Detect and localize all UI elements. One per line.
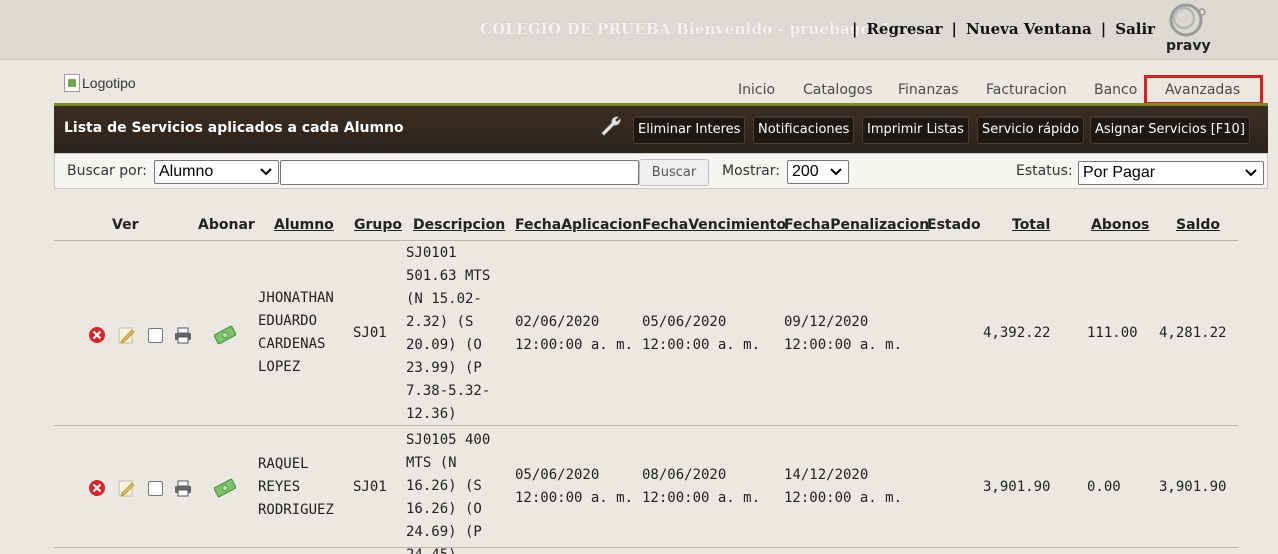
fecha-penalizacion-cell: 14/12/2020 12:00:00 a. m. bbox=[784, 467, 903, 506]
select-checkbox[interactable] bbox=[148, 481, 163, 496]
link-separator: | bbox=[1100, 20, 1107, 38]
col-saldo[interactable]: Saldo bbox=[1176, 217, 1220, 233]
fecha-vencimiento-cell: 05/06/2020 12:00:00 a. m. bbox=[642, 314, 761, 353]
welcome-text: COLEGIO DE PRUEBA Bienvenido - pruebagc1… bbox=[480, 20, 892, 38]
edit-icon[interactable] bbox=[116, 325, 136, 345]
money-icon[interactable] bbox=[214, 325, 236, 345]
chevron-down-icon bbox=[260, 168, 272, 176]
search-bar: Buscar por: Alumno Buscar Mostrar: 200 E… bbox=[54, 153, 1268, 189]
col-fecha-penalizacion[interactable]: FechaPenalizacion bbox=[784, 217, 929, 233]
total-cell: 4,392.22 bbox=[983, 325, 1051, 341]
descripcion-cell: SJ0105 400 MTS (N 16.26) (S 16.26) (O 24… bbox=[406, 432, 491, 554]
col-grupo[interactable]: Grupo bbox=[354, 217, 402, 233]
table-row: JHONATHAN EDUARDO CARDENAS LOPEZ SJ01 SJ… bbox=[54, 242, 1238, 426]
delete-icon[interactable] bbox=[88, 479, 106, 497]
abonos-cell: 0.00 bbox=[1087, 479, 1121, 495]
brand-logo: pravy bbox=[1152, 2, 1222, 56]
mostrar-label: Mostrar: bbox=[722, 163, 780, 179]
swirl-logo-icon bbox=[1169, 3, 1206, 37]
descripcion-cell: SJ0101 501.63 MTS (N 15.02-2.32) (S 20.0… bbox=[406, 245, 491, 422]
col-ver: Ver bbox=[112, 217, 139, 233]
select-checkbox[interactable] bbox=[148, 328, 163, 343]
toolbar: Lista de Servicios aplicados a cada Alum… bbox=[54, 106, 1268, 153]
buscar-por-value: Alumno bbox=[159, 163, 214, 180]
grupo-cell: SJ01 bbox=[353, 479, 387, 495]
total-cell: 3,901.90 bbox=[983, 479, 1051, 495]
link-separator: | bbox=[951, 20, 957, 38]
fecha-aplicacion-cell: 02/06/2020 12:00:00 a. m. bbox=[515, 314, 634, 353]
page-title: Lista de Servicios aplicados a cada Alum… bbox=[64, 120, 404, 136]
estatus-select[interactable]: Por Pagar bbox=[1078, 161, 1264, 185]
top-header: COLEGIO DE PRUEBA Bienvenido - pruebagc1… bbox=[0, 0, 1278, 60]
fecha-vencimiento-cell: 08/06/2020 12:00:00 a. m. bbox=[642, 467, 761, 506]
col-abonar: Abonar bbox=[198, 217, 255, 233]
col-fecha-vencimiento[interactable]: FechaVencimiento bbox=[642, 217, 786, 233]
imprimir-listas-button[interactable]: Imprimir Listas bbox=[862, 116, 969, 144]
nav-highlight-box bbox=[1144, 75, 1263, 105]
brand-name: pravy bbox=[1166, 38, 1211, 54]
eliminar-interes-button[interactable]: Eliminar Interes bbox=[633, 116, 746, 144]
table-header: Ver Abonar Alumno Grupo Descripcion Fech… bbox=[54, 205, 1238, 241]
chevron-down-icon bbox=[830, 168, 842, 176]
nav-item-inicio[interactable]: Inicio bbox=[738, 82, 775, 98]
buscar-button[interactable]: Buscar bbox=[639, 159, 709, 186]
edit-icon[interactable] bbox=[116, 478, 136, 498]
salir-link[interactable]: Salir bbox=[1115, 20, 1155, 38]
col-fecha-aplicacion[interactable]: FechaAplicacion bbox=[515, 217, 642, 233]
chevron-down-icon bbox=[1245, 169, 1257, 177]
header-links: | Regresar | Nueva Ventana | Salir bbox=[843, 20, 1155, 38]
nav-item-catalogos[interactable]: Catalogos bbox=[803, 82, 873, 98]
print-icon[interactable] bbox=[174, 326, 192, 344]
col-estado: Estado bbox=[927, 217, 981, 233]
estatus-value: Por Pagar bbox=[1083, 164, 1156, 181]
grupo-cell: SJ01 bbox=[353, 325, 387, 341]
nueva-ventana-link[interactable]: Nueva Ventana bbox=[966, 20, 1092, 38]
servicio-rapido-button[interactable]: Servicio rápido bbox=[977, 116, 1085, 144]
print-icon[interactable] bbox=[174, 479, 192, 497]
nav-item-finanzas[interactable]: Finanzas bbox=[898, 82, 958, 98]
saldo-cell: 4,281.22 bbox=[1159, 325, 1227, 341]
main-nav: Inicio Catalogos Finanzas Facturacion Ba… bbox=[0, 82, 1278, 102]
saldo-cell: 3,901.90 bbox=[1159, 479, 1227, 495]
buscar-label: Buscar por: bbox=[67, 163, 147, 179]
nav-item-banco[interactable]: Banco bbox=[1094, 82, 1137, 98]
alumno-cell: RAQUEL REYES RODRIGUEZ bbox=[258, 456, 334, 518]
mostrar-select[interactable]: 200 bbox=[787, 160, 849, 184]
abonos-cell: 111.00 bbox=[1087, 325, 1138, 341]
link-separator: | bbox=[852, 20, 858, 38]
col-alumno[interactable]: Alumno bbox=[274, 217, 334, 233]
col-descripcion[interactable]: Descripcion bbox=[413, 217, 505, 233]
col-abonos[interactable]: Abonos bbox=[1091, 217, 1149, 233]
search-input[interactable] bbox=[280, 160, 639, 185]
nav-item-facturacion[interactable]: Facturacion bbox=[986, 82, 1067, 98]
mostrar-value: 200 bbox=[792, 163, 819, 180]
buscar-por-select[interactable]: Alumno bbox=[154, 160, 279, 184]
notificaciones-button[interactable]: Notificaciones bbox=[753, 116, 855, 144]
regresar-link[interactable]: Regresar bbox=[866, 20, 942, 38]
fecha-penalizacion-cell: 09/12/2020 12:00:00 a. m. bbox=[784, 314, 903, 353]
table-row: RAQUEL REYES RODRIGUEZ SJ01 SJ0105 400 M… bbox=[54, 427, 1238, 554]
delete-icon[interactable] bbox=[88, 326, 106, 344]
col-total[interactable]: Total bbox=[1012, 217, 1050, 233]
alumno-cell: JHONATHAN EDUARDO CARDENAS LOPEZ bbox=[258, 290, 334, 375]
fecha-aplicacion-cell: 05/06/2020 12:00:00 a. m. bbox=[515, 467, 634, 506]
estatus-label: Estatus: bbox=[1016, 163, 1073, 179]
money-icon[interactable] bbox=[214, 478, 236, 498]
wrench-icon[interactable] bbox=[599, 114, 623, 138]
asignar-servicios-button[interactable]: Asignar Servicios [F10] bbox=[1090, 116, 1250, 144]
